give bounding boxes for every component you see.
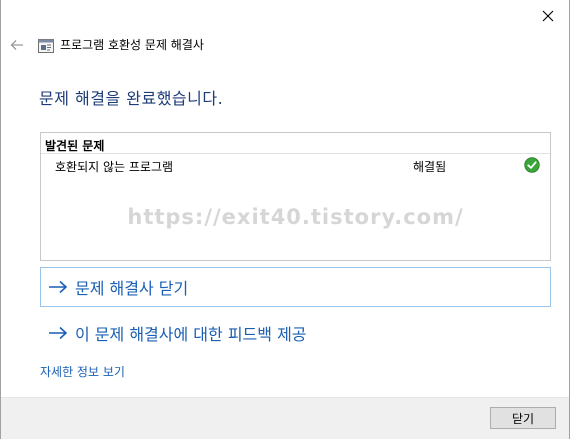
arrow-right-icon [47, 325, 71, 341]
problem-status: 해결됨 [413, 160, 447, 174]
troubleshooter-window: 프로그램 호환성 문제 해결사 문제 해결을 완료했습니다. 발견된 문제 호환… [0, 0, 570, 439]
problem-name: 호환되지 않는 프로그램 [55, 160, 174, 174]
problems-found-panel: 발견된 문제 호환되지 않는 프로그램 해결됨 https://exit40.t… [40, 132, 551, 261]
compatibility-app-icon [38, 38, 54, 53]
feedback-label: 이 문제 해결사에 대한 피드백 제공 [75, 325, 307, 344]
header-divider [41, 153, 550, 154]
title-bar: 프로그램 호환성 문제 해결사 [1, 30, 569, 60]
problems-header: 발견된 문제 [45, 139, 105, 153]
close-button[interactable]: 닫기 [490, 407, 556, 429]
close-troubleshooter-label: 문제 해결사 닫기 [75, 279, 189, 298]
watermark-text: https://exit40.tistory.com/ [127, 205, 464, 229]
check-icon [524, 157, 540, 173]
window-title: 프로그램 호환성 문제 해결사 [60, 38, 204, 52]
view-details-link[interactable]: 자세한 정보 보기 [40, 363, 125, 380]
footer-bar: 닫기 [1, 397, 569, 439]
page-heading: 문제 해결을 완료했습니다. [39, 89, 224, 108]
close-troubleshooter-link[interactable]: 문제 해결사 닫기 [40, 267, 551, 307]
feedback-link[interactable]: 이 문제 해결사에 대한 피드백 제공 [40, 313, 551, 353]
back-arrow-icon[interactable] [8, 36, 26, 54]
arrow-right-icon [47, 279, 71, 295]
close-window-icon[interactable] [537, 5, 559, 27]
